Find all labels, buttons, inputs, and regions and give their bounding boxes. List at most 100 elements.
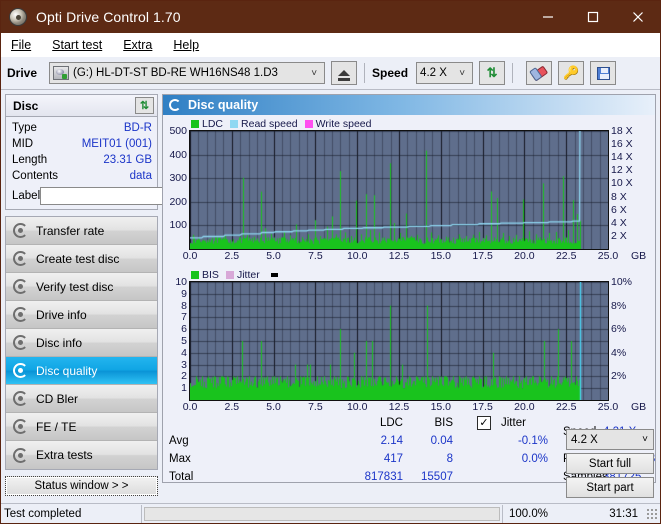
sidebar-item-create-test-disc[interactable]: Create test disc	[6, 245, 157, 273]
sidebar-item-label: Disc quality	[36, 363, 98, 378]
x-tick-label: 12.5	[388, 250, 410, 262]
legend-swatch-jitter	[225, 270, 234, 279]
stats-header-bis: BIS	[434, 417, 453, 429]
chart-bis: BIS Jitter 1 2 3 4 5 6 7 8 9 10 2% 4% 6% 8% 10% 0.0 2.…	[163, 268, 655, 415]
y-tick-label: 6	[181, 323, 187, 336]
menu-extra[interactable]: Extra	[121, 36, 162, 54]
charts-container: LDC Read speed Write speed 100 200 300 400 5…	[163, 115, 655, 484]
disc-contents-value: data	[129, 170, 152, 182]
drive-select-value: (G:) HL-DT-ST BD-RE WH16NS48 1.D3	[73, 67, 278, 79]
disc-icon	[13, 307, 28, 322]
speed-select[interactable]: 4.2 X ˅	[416, 62, 474, 84]
jitter-marker-icon	[270, 272, 278, 277]
disc-mid-key: MID	[12, 138, 34, 150]
disc-icon	[13, 223, 28, 238]
start-full-button[interactable]: Start full	[566, 453, 654, 474]
chart-bis-yaxis: 1 2 3 4 5 6 7 8 9 10	[163, 276, 189, 401]
eject-button[interactable]	[331, 61, 358, 85]
sidebar-item-label: Drive info	[36, 307, 87, 322]
sidebar-item-extra-tests[interactable]: Extra tests	[6, 441, 157, 469]
disc-quality-icon	[169, 99, 181, 111]
disc-icon	[9, 8, 27, 26]
y2-tick-label: 10 X	[611, 177, 633, 190]
x-tick-label: 25.0	[597, 250, 619, 262]
disc-refresh-button[interactable]: ⇅	[135, 97, 154, 114]
menu-start-test[interactable]: Start test	[50, 36, 112, 54]
chart-ldc-plotrow: 100 200 300 400 500 2 X4 X6 X8 X 10 X 12 X 14 X…	[163, 125, 655, 250]
drive-label: Drive	[7, 66, 38, 80]
disc-type-key: Type	[12, 122, 37, 134]
sidebar-item-transfer-rate[interactable]: Transfer rate	[6, 217, 157, 245]
chart-bis-plot	[189, 281, 609, 401]
sidebar-item-drive-info[interactable]: Drive info	[6, 301, 157, 329]
sidebar-item-disc-quality[interactable]: Disc quality	[6, 357, 157, 385]
chart-ldc: LDC Read speed Write speed 100 200 300 400 5…	[163, 117, 655, 264]
drive-select[interactable]: (G:) HL-DT-ST BD-RE WH16NS48 1.D3 ˅	[49, 62, 326, 84]
toolbar-divider-2	[512, 63, 514, 83]
sidebar-item-cd-bler[interactable]: CD Bler	[6, 385, 157, 413]
y-tick-label: 10	[175, 276, 187, 288]
disc-label-row: Label	[12, 186, 242, 205]
sidebar-item-verify-test-disc[interactable]: Verify test disc	[6, 273, 157, 301]
save-button[interactable]	[590, 61, 617, 85]
nav-list: Transfer rate Create test disc Verify te…	[5, 216, 158, 470]
stats-header-jitter: Jitter	[501, 417, 526, 429]
y-tick-label: 400	[169, 148, 187, 161]
sidebar-item-label: Transfer rate	[36, 223, 105, 238]
chart-ldc-plot	[189, 130, 609, 250]
y-tick-label: 300	[169, 172, 187, 185]
x-tick-label: 0.0	[182, 401, 198, 413]
chart-ldc-yaxis: 100 200 300 400 500	[163, 125, 189, 250]
x-axis-unit-label: GB	[631, 250, 647, 262]
disc-icon	[13, 419, 28, 434]
erase-button[interactable]	[526, 61, 553, 85]
sidebar-item-label: FE / TE	[36, 419, 77, 434]
legend-bis-label: BIS	[202, 268, 219, 281]
chart-bis-yaxis-right: 2% 4% 6% 8% 10%	[609, 276, 643, 401]
disc-row-contents: Contents data	[12, 168, 152, 184]
stats-max-ldc: 417	[383, 453, 403, 465]
eject-icon	[338, 70, 351, 81]
menu-extra-label: Extra	[123, 37, 153, 52]
close-icon[interactable]	[615, 1, 660, 33]
legend-swatch-write-speed	[304, 119, 313, 128]
disc-icon	[13, 335, 28, 350]
minimize-icon[interactable]	[525, 1, 570, 33]
resize-grip-icon[interactable]	[646, 507, 658, 520]
y-tick-label: 100	[169, 219, 187, 232]
key-button[interactable]: 🔑	[558, 61, 585, 85]
disc-icon	[13, 279, 28, 294]
legend-ldc: LDC	[191, 118, 223, 130]
maximize-icon[interactable]	[570, 1, 615, 33]
sidebar-item-label: Disc info	[36, 335, 83, 350]
sidebar-item-disc-info[interactable]: Disc info	[6, 329, 157, 357]
stats-avg-jitter: -0.1%	[517, 435, 548, 447]
menu-help[interactable]: Help	[171, 36, 209, 54]
app-window: Opti Drive Control 1.70 File Start test …	[0, 0, 661, 524]
chart-ldc-legend: LDC Read speed Write speed	[163, 117, 655, 130]
stats-avg-ldc: 2.14	[380, 435, 403, 447]
y-tick-label: 500	[169, 125, 187, 137]
start-part-button[interactable]: Start part	[566, 477, 654, 498]
x-tick-label: 17.5	[472, 250, 493, 262]
chart-bis-plotrow: 1 2 3 4 5 6 7 8 9 10 2% 4% 6% 8% 10%	[163, 276, 655, 401]
refresh-button[interactable]: ⇅	[479, 61, 506, 85]
menu-file[interactable]: File	[9, 36, 41, 54]
disc-contents-key: Contents	[12, 170, 59, 182]
content-area: Disc quality LDC Read speed Write speed …	[161, 90, 660, 483]
y-tick-label: 3	[181, 358, 187, 371]
disc-type-value: BD-R	[123, 122, 152, 134]
jitter-checkbox[interactable]: ✓	[477, 416, 491, 430]
status-window-button[interactable]: Status window > >	[5, 476, 158, 496]
chevron-down-icon: ˅	[642, 434, 648, 445]
legend-read-speed-label: Read speed	[241, 117, 298, 130]
disc-length-key: Length	[12, 154, 48, 166]
y2-tick-label: 14 X	[611, 151, 633, 164]
legend-bis: BIS	[191, 269, 219, 281]
legend-swatch-read-speed	[230, 119, 239, 128]
eraser-icon	[530, 65, 548, 81]
test-speed-select[interactable]: 4.2 X ˅	[566, 429, 654, 450]
legend-read-speed: Read speed	[230, 118, 298, 130]
legend-ldc-label: LDC	[202, 117, 224, 130]
sidebar-item-fe-te[interactable]: FE / TE	[6, 413, 157, 441]
